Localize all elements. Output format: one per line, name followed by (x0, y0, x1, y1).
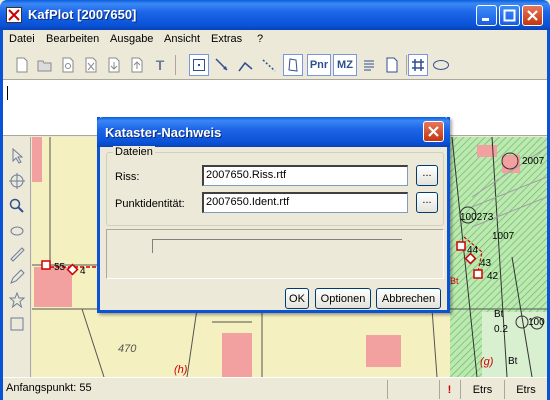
building (32, 137, 42, 182)
menu-ansicht[interactable]: Ansicht (164, 33, 200, 45)
rectangle-icon[interactable] (8, 315, 26, 333)
survey-point-42[interactable] (473, 269, 483, 279)
pointer-icon[interactable] (8, 147, 26, 165)
cancel-button[interactable]: Abbrechen (376, 288, 441, 309)
maximize-button[interactable] (499, 5, 520, 26)
minimize-button[interactable] (476, 5, 497, 26)
status-text: Anfangspunkt: 55 (6, 382, 92, 394)
close-button[interactable] (522, 5, 543, 26)
tool-panel (3, 137, 31, 377)
ident-field[interactable]: 2007650.Ident.rtf (202, 192, 408, 213)
menu-extras[interactable]: Extras (211, 33, 242, 45)
riss-browse-button[interactable]: ... (416, 165, 438, 186)
kataster-dialog: Kataster-Nachweis Dateien Riss: 2007650.… (97, 117, 450, 313)
dialog-title: Kataster-Nachweis (105, 125, 222, 140)
new-file-icon[interactable] (12, 54, 32, 76)
label-point-100: 100 (528, 317, 545, 328)
dimension-button[interactable]: MZ (333, 54, 357, 76)
menu-help[interactable]: ? (257, 33, 263, 45)
riss-field[interactable]: 2007650.Riss.rtf (202, 165, 408, 186)
label-point-44: 44 (467, 245, 479, 256)
statusbar: Anfangspunkt: 55 ! Etrs Etrs (3, 377, 547, 400)
label-point-43: 43 (480, 258, 492, 269)
building (366, 335, 401, 367)
label-parcel-470: 470 (118, 343, 137, 355)
label-bt-2: Bt (494, 309, 504, 320)
area-tool-icon[interactable] (283, 54, 303, 76)
label-point-2007: 2007 (522, 156, 545, 167)
status-panel-empty (387, 380, 439, 399)
ident-label: Punktidentität: (115, 198, 185, 210)
label-value-02: 0.2 (494, 324, 508, 335)
menu-ausgabe[interactable]: Ausgabe (110, 33, 153, 45)
point-select-icon[interactable] (189, 54, 209, 76)
warning-icon[interactable]: ! (439, 380, 459, 399)
riss-label: Riss: (115, 171, 140, 183)
progress-bar (152, 239, 402, 253)
survey-point-55[interactable] (41, 260, 51, 270)
pencil-icon[interactable] (8, 268, 26, 286)
zoom-icon[interactable] (8, 197, 26, 215)
document-export-icon[interactable] (127, 54, 147, 76)
crosshair-icon[interactable] (8, 172, 26, 190)
text-list-icon[interactable] (359, 54, 379, 76)
toolbar-separator (406, 55, 407, 75)
menu-datei[interactable]: Datei (9, 33, 35, 45)
label-letter-g: (g) (480, 356, 494, 368)
angle-measure-icon[interactable] (235, 54, 255, 76)
label-point-1007: 1007 (492, 231, 515, 242)
files-groupbox: Dateien Riss: 2007650.Riss.rtf ... Punkt… (106, 146, 444, 226)
point-number-button[interactable]: Pnr (307, 54, 331, 76)
label-point-4: 4 (80, 266, 86, 277)
label-letter-h: (h) (174, 364, 188, 376)
menubar: Datei Bearbeiten Ausgabe Ansicht Extras … (0, 30, 550, 50)
star-icon[interactable] (8, 291, 26, 309)
open-folder-icon[interactable] (35, 54, 55, 76)
document-search-icon[interactable] (58, 54, 78, 76)
dialog-titlebar[interactable]: Kataster-Nachweis (97, 117, 450, 147)
distance-measure-icon[interactable] (259, 54, 279, 76)
line-arrow-icon[interactable] (212, 54, 232, 76)
ident-browse-button[interactable]: ... (416, 192, 438, 213)
text-caret (7, 86, 8, 100)
ruler-icon[interactable] (8, 245, 26, 263)
grid-icon[interactable] (408, 54, 428, 76)
pan-icon[interactable] (8, 222, 26, 240)
options-button[interactable]: Optionen (315, 288, 371, 309)
document-delete-icon[interactable] (81, 54, 101, 76)
ok-button[interactable]: OK (285, 288, 309, 309)
label-bt-1: Bt (450, 276, 459, 286)
app-icon (6, 7, 22, 23)
menu-bearbeiten[interactable]: Bearbeiten (46, 33, 99, 45)
label-point-55: 55 (54, 262, 66, 273)
building (477, 145, 497, 157)
window-titlebar[interactable]: KafPlot [2007650] (0, 0, 550, 30)
document-icon[interactable] (382, 54, 402, 76)
toolbar-separator (175, 55, 176, 75)
ellipse-icon[interactable] (431, 54, 451, 76)
label-point-100273: 100273 (460, 212, 494, 223)
label-bt-3: Bt (508, 356, 518, 367)
toolbar: T Pnr MZ (0, 50, 550, 80)
survey-point-44[interactable] (456, 241, 466, 251)
window-title: KafPlot [2007650] (28, 7, 137, 22)
files-group-label: Dateien (113, 146, 155, 158)
building (34, 267, 72, 307)
progress-area (106, 229, 444, 279)
label-point-42: 42 (487, 271, 499, 282)
document-import-icon[interactable] (104, 54, 124, 76)
dialog-close-button[interactable] (423, 121, 444, 142)
building (222, 333, 252, 377)
text-tool-icon[interactable]: T (150, 54, 170, 76)
status-panel-crs-2: Etrs (504, 380, 547, 399)
status-panel-crs-1: Etrs (460, 380, 504, 399)
